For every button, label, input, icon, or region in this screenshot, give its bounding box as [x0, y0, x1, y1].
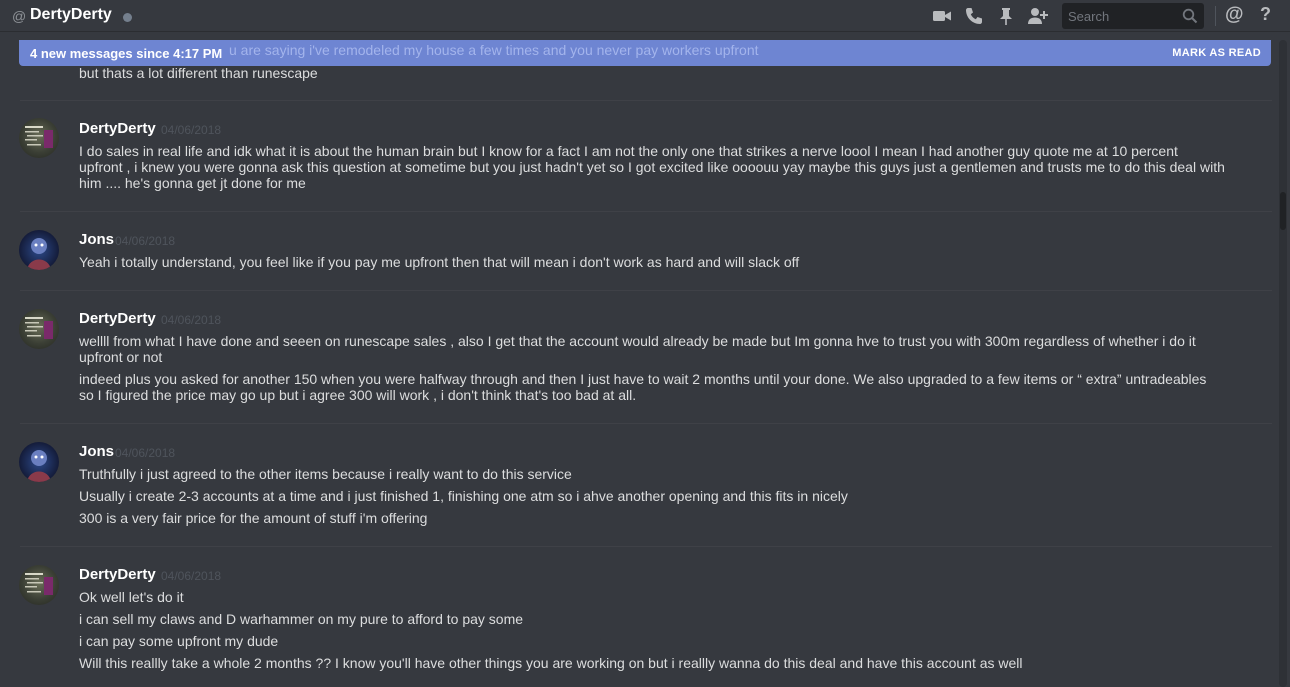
message-line: Yeah i totally understand, you feel like…	[79, 254, 800, 270]
message-timestamp: 04/06/2018	[161, 569, 222, 583]
message-author[interactable]: DertyDerty	[79, 566, 156, 583]
search-box[interactable]	[1062, 3, 1204, 29]
message-line: Ok well let's do it	[79, 589, 184, 605]
message-divider	[20, 546, 1272, 547]
avatar[interactable]	[19, 309, 59, 349]
message-author[interactable]: DertyDerty	[79, 120, 156, 137]
avatar[interactable]	[19, 230, 59, 270]
message-line: I do sales in real life and idk what it …	[79, 143, 1225, 191]
message-line: Truthfully i just agreed to the other it…	[79, 466, 572, 482]
scrollbar-thumb[interactable]	[1280, 192, 1286, 230]
message-line: 300 is a very fair price for the amount …	[79, 510, 428, 526]
voice-call-icon[interactable]	[964, 6, 984, 26]
help-icon[interactable]: ?	[1260, 4, 1280, 24]
search-input[interactable]	[1068, 7, 1178, 25]
mark-as-read-button[interactable]: MARK AS READ	[1172, 47, 1261, 59]
message-timestamp: 04/06/2018	[115, 446, 176, 460]
message-line: wellll from what I have done and seeen o…	[79, 333, 1196, 365]
new-messages-text[interactable]: 4 new messages since 4:17 PM	[30, 46, 222, 61]
message-line: i can sell my claws and D warhammer on m…	[79, 611, 524, 627]
avatar[interactable]	[19, 442, 59, 482]
message-line: Will this reallly take a whole 2 months …	[79, 655, 1023, 671]
offline-status-dot	[123, 13, 132, 22]
header-divider	[1215, 6, 1216, 26]
message-line: indeed plus you asked for another 150 wh…	[79, 371, 1207, 403]
search-icon[interactable]	[1182, 8, 1198, 24]
message-timestamp: 04/06/2018	[115, 234, 176, 248]
new-messages-bar[interactable]: u are saying i've remodeled my house a f…	[19, 40, 1271, 66]
message-timestamp: 04/06/2018	[161, 313, 222, 327]
message-divider	[20, 423, 1272, 424]
dm-at-symbol: @	[12, 8, 27, 24]
pin-icon[interactable]	[996, 6, 1016, 26]
message-author[interactable]: Jons	[79, 443, 114, 460]
message-timestamp: 04/06/2018	[161, 123, 222, 137]
message-divider	[20, 290, 1272, 291]
message-author[interactable]: DertyDerty	[79, 310, 156, 327]
partially-hidden-message: u are saying i've remodeled my house a f…	[229, 42, 759, 58]
video-call-icon[interactable]	[932, 6, 952, 26]
avatar[interactable]	[19, 118, 59, 158]
mentions-icon[interactable]: @	[1225, 4, 1245, 25]
channel-header: @ DertyDerty @ ?	[0, 0, 1290, 32]
message-author[interactable]: Jons	[79, 231, 114, 248]
add-friend-icon[interactable]	[1027, 6, 1048, 26]
avatar[interactable]	[19, 565, 59, 605]
message-line: i can pay some upfront my dude	[79, 633, 279, 649]
message-divider	[20, 100, 1272, 101]
channel-name[interactable]: DertyDerty	[30, 6, 112, 24]
message-divider	[20, 211, 1272, 212]
message-line: Usually i create 2-3 accounts at a time …	[79, 488, 848, 504]
message-line: but thats a lot different than runescape	[79, 65, 318, 81]
scrollbar-track[interactable]	[1279, 40, 1287, 687]
